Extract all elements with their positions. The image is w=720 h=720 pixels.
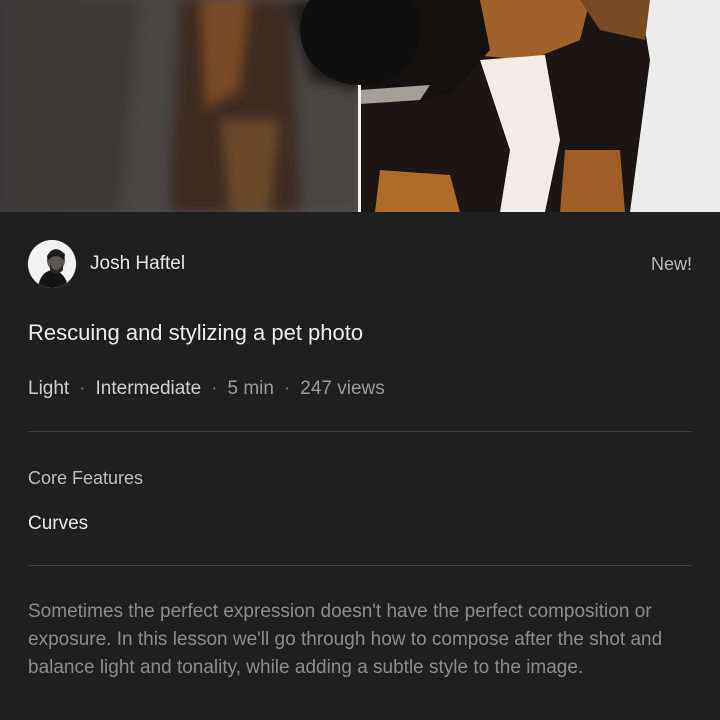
meta-separator: · (283, 378, 291, 399)
meta-separator: · (211, 378, 218, 399)
author-avatar[interactable] (28, 240, 76, 288)
core-feature-item[interactable]: Curves (28, 513, 88, 535)
meta-separator: · (79, 378, 86, 399)
meta-category[interactable]: Light (28, 378, 69, 400)
author-row: Josh Haftel New! (28, 240, 692, 288)
new-badge: New! (650, 253, 692, 274)
lesson-meta: Light · Intermediate · 5 min · 247 views (28, 378, 385, 400)
author-name[interactable]: Josh Haftel (90, 253, 185, 275)
lesson-title: Rescuing and stylizing a pet photo (28, 320, 364, 345)
meta-duration: 5 min (227, 378, 274, 399)
meta-views: 247 views (300, 378, 385, 399)
divider (28, 565, 692, 566)
divider (28, 431, 692, 432)
lesson-details: Josh Haftel New! Rescuing and stylizing … (0, 212, 720, 720)
core-features-label: Core Features (28, 468, 144, 488)
lesson-description: Sometimes the perfect expression doesn't… (28, 601, 663, 678)
hero-image[interactable] (0, 0, 720, 212)
meta-level[interactable]: Intermediate (96, 378, 202, 400)
